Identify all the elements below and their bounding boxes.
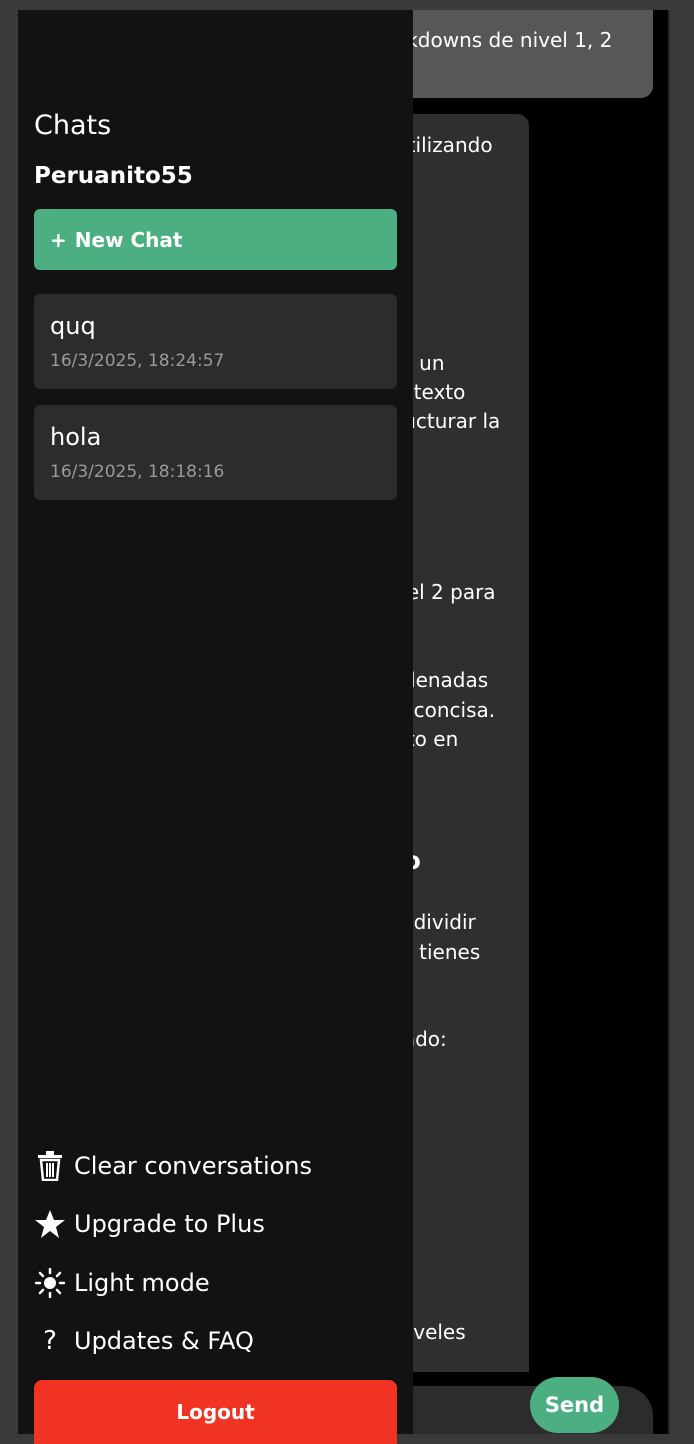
chat-list-item[interactable]: hola 16/3/2025, 18:18:16	[34, 405, 397, 500]
sidebar-title: Chats	[34, 110, 112, 141]
menu-label: Light mode	[74, 1269, 210, 1297]
trash-icon	[34, 1150, 66, 1182]
question-icon: ?	[43, 1326, 57, 1356]
window-edge	[668, 10, 670, 1434]
light-mode-toggle[interactable]: Light mode	[34, 1263, 210, 1303]
new-chat-label: New Chat	[74, 227, 183, 252]
chat-timestamp: 16/3/2025, 18:18:16	[50, 462, 225, 482]
sun-icon	[34, 1267, 66, 1299]
chat-timestamp: 16/3/2025, 18:24:57	[50, 351, 225, 371]
menu-label: Clear conversations	[74, 1152, 313, 1180]
new-chat-button[interactable]: + New Chat	[34, 209, 397, 270]
updates-faq-link[interactable]: ? Updates & FAQ	[34, 1321, 254, 1361]
plus-icon: +	[50, 227, 67, 252]
send-button[interactable]: Send	[530, 1377, 619, 1433]
chat-title: hola	[50, 423, 102, 451]
menu-label: Upgrade to Plus	[74, 1210, 265, 1238]
user-message-text: rkdowns de nivel 1, 2	[398, 28, 613, 52]
chat-title: quq	[50, 312, 96, 340]
sidebar: Chats Peruanito55 + New Chat quq 16/3/20…	[18, 10, 413, 1444]
chat-list-item[interactable]: quq 16/3/2025, 18:24:57	[34, 294, 397, 389]
username: Peruanito55	[34, 163, 193, 189]
menu-label: Updates & FAQ	[74, 1327, 254, 1355]
clear-conversations-button[interactable]: Clear conversations	[34, 1146, 312, 1186]
star-icon	[34, 1208, 66, 1240]
upgrade-button[interactable]: Upgrade to Plus	[34, 1204, 265, 1244]
logout-button[interactable]: Logout	[34, 1380, 397, 1444]
